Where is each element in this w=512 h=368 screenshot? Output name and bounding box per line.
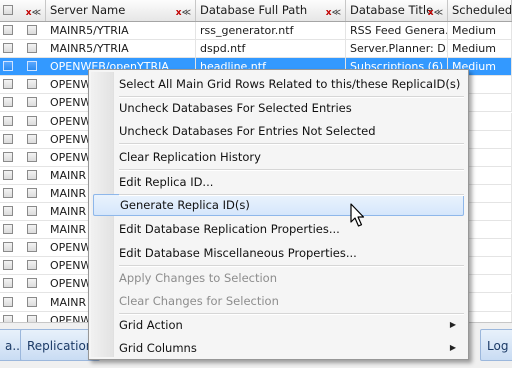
row-select-checkbox[interactable] <box>27 224 37 235</box>
menu-item-label: Generate Replica ID(s) <box>120 198 250 212</box>
menu-item-label: Clear Changes for Selection <box>119 294 279 308</box>
row-select-checkbox[interactable] <box>27 115 37 126</box>
menu-separator <box>119 96 464 98</box>
menu-separator <box>119 143 464 145</box>
cell-scheduled: Medium <box>448 22 512 40</box>
row-flag-checkbox[interactable] <box>3 187 13 198</box>
row-flag-checkbox[interactable] <box>3 224 13 235</box>
filter-icon[interactable]: x≪ <box>26 3 41 21</box>
row-flag-checkbox[interactable] <box>3 61 13 72</box>
row-select-checkbox[interactable] <box>27 242 37 253</box>
menu-item-label: Uncheck Databases For Entries Not Select… <box>119 124 376 138</box>
menu-separator <box>119 169 464 171</box>
submenu-arrow-icon: ▶ <box>449 320 456 329</box>
row-select-checkbox[interactable] <box>27 169 37 180</box>
row-select-checkbox[interactable] <box>27 97 37 108</box>
row-select-checkbox[interactable] <box>27 43 37 54</box>
row-select-checkbox[interactable] <box>27 79 37 90</box>
menu-separator <box>119 194 464 196</box>
column-header-scheduled[interactable]: Scheduled A <box>448 0 512 21</box>
menu-item-label: Edit Database Replication Properties... <box>119 222 340 236</box>
row-flag-checkbox[interactable] <box>3 296 13 307</box>
row-select-checkbox[interactable] <box>27 151 37 162</box>
column-header-database-title[interactable]: Database Title x≪ <box>346 0 448 21</box>
menu-item-label: Edit Database Miscellaneous Properties..… <box>119 246 357 260</box>
row-flag-checkbox[interactable] <box>3 242 13 253</box>
menu-item-uncheck-databases-for-entries-not-selected[interactable]: Uncheck Databases For Entries Not Select… <box>93 120 464 142</box>
menu-item-label: Select All Main Grid Rows Related to thi… <box>119 77 461 91</box>
menu-item-edit-replica-id[interactable]: Edit Replica ID... <box>93 171 464 193</box>
cell-server-name: MAINR5/YTRIA <box>46 40 196 59</box>
column-header-server-name[interactable]: Server Name x≪ <box>46 0 196 21</box>
row-select-checkbox[interactable] <box>27 278 37 289</box>
row-select-checkbox[interactable] <box>27 187 37 198</box>
row-flag-checkbox[interactable] <box>3 278 13 289</box>
menu-item-label: Apply Changes to Selection <box>119 271 277 285</box>
cell-database-title: Server.Planner: D... <box>346 40 448 59</box>
grid-header: x≪ Server Name x≪ Database Full Path x≪ … <box>0 0 512 22</box>
column-label: Server Name <box>50 3 126 17</box>
menu-separator <box>119 265 464 267</box>
column-label: Database Full Path <box>200 3 308 17</box>
menu-item-select-all-main-grid-rows-related-to-this-these-replicaid-s[interactable]: Select All Main Grid Rows Related to thi… <box>93 73 464 95</box>
row-select-checkbox[interactable] <box>27 296 37 307</box>
cell-database-path: dspd.ntf <box>196 40 346 59</box>
column-header-checkboxes[interactable]: x≪ <box>0 0 46 21</box>
column-header-database-full-path[interactable]: Database Full Path x≪ <box>196 0 346 21</box>
row-flag-checkbox[interactable] <box>3 206 13 216</box>
row-flag-checkbox[interactable] <box>3 151 13 162</box>
menu-item-grid-action[interactable]: Grid Action ▶ <box>93 314 464 336</box>
table-row[interactable]: MAINR5/YTRIA rss_generator.ntf RSS Feed Ge… <box>0 22 512 40</box>
row-flag-checkbox[interactable] <box>3 79 13 90</box>
row-flag-checkbox[interactable] <box>3 260 13 271</box>
menu-item-label: Grid Action <box>119 318 183 332</box>
menu-item-label: Grid Columns <box>119 341 197 355</box>
cell-server-name: MAINR5/YTRIA <box>46 22 196 40</box>
menu-item-generate-replica-id-s[interactable]: Generate Replica ID(s) <box>93 194 464 216</box>
menu-item-apply-changes-to-selection: Apply Changes to Selection <box>93 267 464 289</box>
menu-item-label: Uncheck Databases For Selected Entries <box>119 101 352 115</box>
row-select-checkbox[interactable] <box>27 206 37 216</box>
row-flag-checkbox[interactable] <box>3 115 13 126</box>
menu-item-edit-database-miscellaneous-properties[interactable]: Edit Database Miscellaneous Properties..… <box>93 242 464 264</box>
header-checkbox-1[interactable] <box>3 5 13 15</box>
row-flag-checkbox[interactable] <box>3 43 13 54</box>
row-flag-checkbox[interactable] <box>3 169 13 180</box>
menu-item-label: Clear Replication History <box>119 150 261 164</box>
submenu-arrow-icon: ▶ <box>449 343 456 352</box>
row-flag-checkbox[interactable] <box>3 25 13 35</box>
menu-item-label: Edit Replica ID... <box>119 175 214 189</box>
context-menu: Select All Main Grid Rows Related to thi… <box>88 69 469 360</box>
menu-item-edit-database-replication-properties[interactable]: Edit Database Replication Properties... <box>93 218 464 240</box>
column-label: Scheduled A <box>452 3 512 17</box>
mouse-cursor-icon <box>350 203 365 227</box>
filter-icon[interactable]: x≪ <box>176 3 191 21</box>
menu-item-clear-replication-history[interactable]: Clear Replication History <box>93 146 464 168</box>
row-flag-checkbox[interactable] <box>3 97 13 108</box>
row-select-checkbox[interactable] <box>27 260 37 271</box>
filter-icon[interactable]: x≪ <box>326 3 341 21</box>
table-row[interactable]: MAINR5/YTRIA dspd.ntf Server.Planner: D...… <box>0 40 512 59</box>
menu-item-uncheck-databases-for-selected-entries[interactable]: Uncheck Databases For Selected Entries <box>93 97 464 119</box>
column-label: Database Title <box>350 3 434 17</box>
cell-database-path: rss_generator.ntf <box>196 22 346 40</box>
menu-separator <box>119 313 464 315</box>
filter-icon[interactable]: x≪ <box>428 3 443 21</box>
row-select-checkbox[interactable] <box>27 25 37 35</box>
cell-scheduled: Medium <box>448 40 512 59</box>
menu-item-grid-columns[interactable]: Grid Columns ▶ <box>93 337 464 359</box>
row-select-checkbox[interactable] <box>27 61 37 72</box>
cell-database-title: RSS Feed Genera... <box>346 22 448 40</box>
row-flag-checkbox[interactable] <box>3 133 13 144</box>
row-select-checkbox[interactable] <box>27 133 37 144</box>
tab-log[interactable]: Log A <box>480 329 512 361</box>
menu-item-clear-changes-for-selection: Clear Changes for Selection <box>93 290 464 312</box>
